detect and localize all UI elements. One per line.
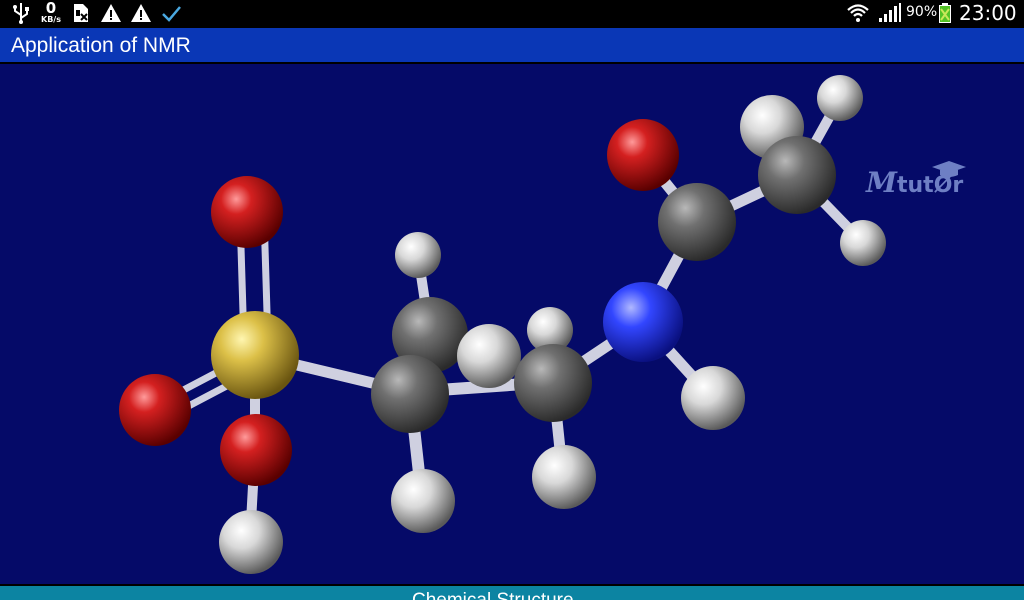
- oxygen-atom: [220, 414, 292, 486]
- oxygen-atom: [607, 119, 679, 191]
- bottom-bar: Chemical Structure: [0, 584, 1024, 600]
- bottom-label: Chemical Structure: [412, 590, 574, 600]
- network-speed-unit: KB/s: [41, 15, 61, 24]
- mtutor-logo: MtutØr: [866, 161, 966, 199]
- battery-percent: 90%: [906, 4, 938, 20]
- battery-icon: [937, 0, 953, 26]
- oxygen-atom: [119, 374, 191, 446]
- carbon-atom: [758, 136, 836, 214]
- hydrogen-atom: [681, 366, 745, 430]
- clock: 23:00: [959, 1, 1017, 25]
- network-speed-value: 0: [45, 0, 57, 17]
- carbon-atom: [514, 344, 592, 422]
- hydrogen-atom: [840, 220, 886, 266]
- graduation-cap-icon: [932, 161, 966, 177]
- hydrogen-atom: [817, 75, 863, 121]
- title-bar: Application of NMR: [0, 26, 1024, 64]
- warning-icon: [130, 0, 152, 26]
- network-speed-icon: 0 KB/s: [38, 1, 64, 25]
- checkmark-icon: [160, 0, 182, 26]
- molecule-viewer[interactable]: MtutØr: [0, 64, 1024, 584]
- sulfur-atom: [211, 311, 299, 399]
- carbon-atom: [658, 183, 736, 261]
- molecule-model[interactable]: [0, 64, 1024, 584]
- hydrogen-atom: [391, 469, 455, 533]
- hydrogen-atom: [219, 510, 283, 574]
- status-bar: 0 KB/s 90% 23:00: [0, 0, 1024, 26]
- usb-icon: [12, 0, 30, 26]
- hydrogen-atom: [457, 324, 521, 388]
- wifi-icon: [846, 0, 870, 26]
- logo-letter: M: [866, 166, 897, 199]
- sim-card-icon: [72, 0, 90, 26]
- carbon-atom: [371, 355, 449, 433]
- page-title: Application of NMR: [11, 34, 191, 57]
- nitrogen-atom: [603, 282, 683, 362]
- signal-icon: [878, 0, 902, 26]
- hydrogen-atom: [395, 232, 441, 278]
- hydrogen-atom: [532, 445, 596, 509]
- oxygen-atom: [211, 176, 283, 248]
- warning-icon: [100, 0, 122, 26]
